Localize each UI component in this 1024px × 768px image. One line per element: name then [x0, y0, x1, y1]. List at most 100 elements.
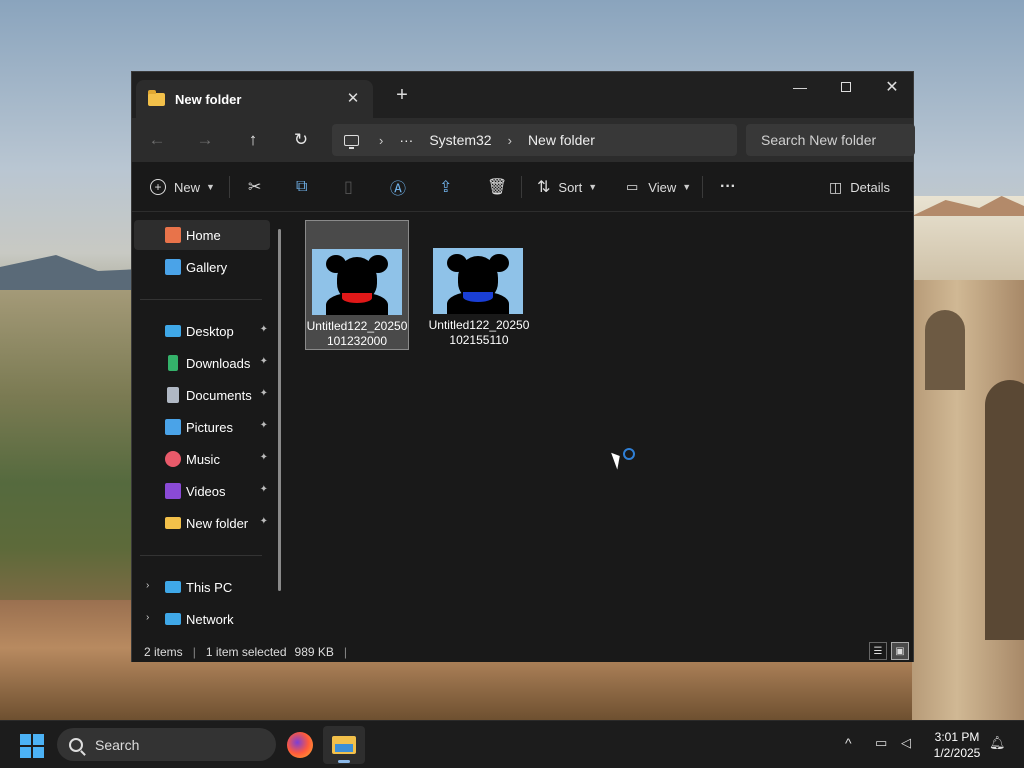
delete-button[interactable]: 🗑 [487, 174, 507, 200]
view-toggle: ☰ ▣ [869, 642, 909, 660]
view-button[interactable]: ▭ View ▼ [626, 174, 691, 200]
large-icons-view-button[interactable]: ▣ [891, 642, 909, 660]
status-bar: 2 items | 1 item selected 989 KB | ☰ ▣ [132, 641, 913, 662]
start-button[interactable] [20, 734, 44, 758]
sidebar-item-new-folder[interactable]: New folder ✦ [134, 508, 270, 538]
file-explorer-window: New folder ✕ + — ✕ ← → ↑ ↻ › ··· System3… [131, 71, 915, 662]
sidebar-item-videos[interactable]: Videos ✦ [134, 476, 270, 506]
sidebar-divider [140, 555, 262, 556]
sidebar-item-music[interactable]: Music ✦ [134, 444, 270, 474]
address-row: ← → ↑ ↻ › ··· System32 › New folder Sear… [132, 118, 915, 162]
breadcrumb-new-folder[interactable]: New folder [528, 132, 595, 148]
sidebar-item-gallery[interactable]: Gallery [134, 252, 270, 282]
pin-icon[interactable]: ✦ [260, 452, 268, 463]
minimize-button[interactable]: — [777, 72, 823, 102]
firefox-icon[interactable] [287, 732, 313, 758]
sidebar-item-label: Videos [186, 483, 226, 499]
sort-icon: ⇅ [537, 179, 551, 196]
notification-bell-icon[interactable]: 🔔︎ [989, 735, 1006, 751]
clock[interactable]: 3:01 PM 1/2/2025 [925, 729, 989, 761]
address-bar[interactable]: › ··· System32 › New folder [332, 124, 737, 156]
file-list: Untitled122_20250101232000 Untitled122_2… [290, 213, 913, 641]
sidebar-item-downloads[interactable]: Downloads ✦ [134, 348, 270, 378]
sidebar-item-label: Network [186, 611, 234, 627]
sidebar-item-home[interactable]: Home [134, 220, 270, 250]
clock-date: 1/2/2025 [933, 746, 981, 760]
breadcrumb-separator[interactable]: › [379, 133, 383, 148]
sidebar-item-label: This PC [186, 579, 233, 595]
search-input[interactable]: Search New folder [746, 124, 915, 156]
network-icon[interactable]: ▭ [875, 735, 887, 751]
taskbar-search[interactable]: Search [57, 728, 276, 761]
file-name: Untitled122_20250102155110 [428, 318, 530, 347]
sidebar-item-pictures[interactable]: Pictures ✦ [134, 412, 270, 442]
breadcrumb-separator[interactable]: › [508, 133, 512, 148]
copy-icon: ⧉ [296, 178, 308, 195]
navigation-pane: Home Gallery Desktop ✦ Downloads ✦ Docum… [132, 213, 284, 641]
sort-label: Sort [558, 179, 583, 195]
share-button[interactable]: ⇪ [439, 174, 452, 200]
refresh-button[interactable]: ↻ [286, 126, 316, 154]
pin-icon[interactable]: ✦ [260, 420, 268, 431]
this-pc-icon [165, 581, 181, 593]
tray-overflow-button[interactable]: ^ [845, 735, 852, 751]
more-options-button[interactable]: ··· [720, 174, 736, 200]
toolbar-divider [521, 176, 522, 198]
pin-icon[interactable]: ✦ [260, 516, 268, 527]
tab-new-folder[interactable]: New folder ✕ [136, 80, 373, 118]
selected-size: 989 KB [294, 644, 334, 659]
close-window-button[interactable]: ✕ [869, 72, 915, 102]
details-view-button[interactable]: ☰ [869, 642, 887, 660]
sidebar-item-network[interactable]: › Network [134, 604, 270, 634]
sidebar-item-this-pc[interactable]: › This PC [134, 572, 270, 602]
volume-muted-icon[interactable]: ◁ [901, 735, 911, 751]
forward-button[interactable]: → [190, 126, 220, 154]
maximize-icon [841, 82, 851, 92]
sort-button[interactable]: ⇅ Sort ▼ [537, 174, 597, 200]
rename-button[interactable]: Ⓐ [390, 174, 406, 200]
maximize-button[interactable] [823, 72, 869, 102]
cut-icon: ✂ [248, 179, 262, 196]
cut-button[interactable]: ✂ [248, 174, 261, 200]
back-button[interactable]: ← [142, 126, 172, 154]
status-separator: | [192, 644, 196, 659]
item-count: 2 items [144, 644, 183, 659]
thumbnail-scarf [463, 292, 493, 302]
file-explorer-taskbar-button[interactable] [323, 726, 365, 764]
up-button[interactable]: ↑ [238, 126, 268, 154]
pin-icon[interactable]: ✦ [260, 388, 268, 399]
busy-indicator-icon [623, 448, 635, 460]
expand-chevron-icon[interactable]: › [146, 612, 149, 623]
computer-icon [344, 134, 359, 149]
paste-button[interactable]: ▯ [344, 174, 353, 200]
sidebar-scrollbar[interactable] [278, 229, 281, 591]
wallpaper-arch [925, 310, 965, 390]
breadcrumb-more[interactable]: ··· [399, 132, 413, 148]
file-item[interactable]: Untitled122_20250101232000 [305, 220, 409, 350]
breadcrumb-system32[interactable]: System32 [429, 132, 491, 148]
copy-button[interactable]: ⧉ [296, 174, 307, 200]
new-button[interactable]: + New ▼ [150, 174, 215, 200]
sidebar-item-label: Downloads [186, 355, 251, 371]
details-button[interactable]: ◫ Details [829, 174, 890, 200]
pin-icon[interactable]: ✦ [260, 484, 268, 495]
new-tab-button[interactable]: + [390, 84, 414, 107]
sidebar-item-documents[interactable]: Documents ✦ [134, 380, 270, 410]
sidebar-item-desktop[interactable]: Desktop ✦ [134, 316, 270, 346]
plus-icon: + [150, 179, 166, 195]
active-indicator [338, 760, 350, 763]
status-separator: | [343, 644, 348, 659]
view-icon: ▭ [626, 179, 639, 194]
tab-close-button[interactable]: ✕ [343, 89, 363, 107]
command-bar: + New ▼ ✂ ⧉ ▯ Ⓐ ⇪ 🗑 ⇅ Sort ▼ ▭ View ▼ ··… [132, 162, 913, 212]
pin-icon[interactable]: ✦ [260, 324, 268, 335]
folder-icon [332, 736, 356, 754]
sidebar-item-label: Home [186, 227, 221, 243]
file-item[interactable]: Untitled122_20250102155110 [427, 220, 531, 350]
network-icon [165, 613, 181, 625]
videos-icon [165, 483, 181, 499]
expand-chevron-icon[interactable]: › [146, 580, 149, 591]
toolbar-divider [702, 176, 703, 198]
pin-icon[interactable]: ✦ [260, 356, 268, 367]
pictures-icon [165, 419, 181, 435]
